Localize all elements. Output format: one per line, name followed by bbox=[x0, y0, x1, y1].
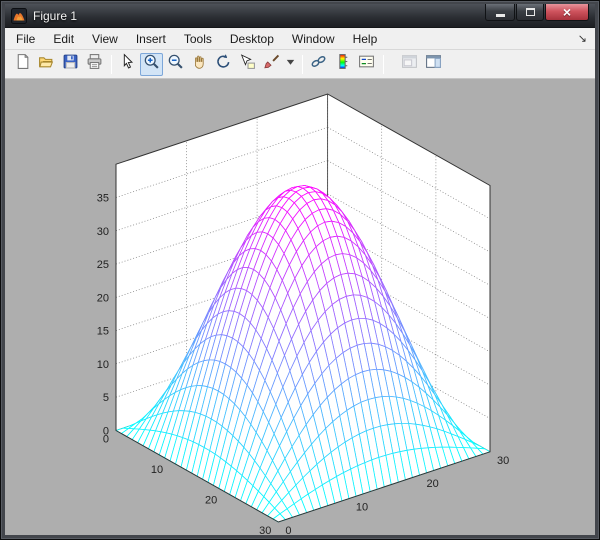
toolbar-separator bbox=[111, 55, 112, 74]
insert-legend-icon bbox=[358, 53, 375, 75]
rotate-3d-button[interactable] bbox=[212, 53, 235, 76]
toolbar bbox=[5, 50, 595, 79]
show-plot-tools-button[interactable] bbox=[422, 53, 445, 76]
open-file-button[interactable] bbox=[35, 53, 58, 76]
show-plot-tools-icon bbox=[425, 53, 442, 75]
window-title: Figure 1 bbox=[33, 9, 77, 23]
rotate-3d-icon bbox=[215, 53, 232, 75]
z-tick-label: 10 bbox=[97, 359, 109, 371]
window-controls: × bbox=[484, 4, 589, 21]
edit-plot-icon bbox=[119, 53, 136, 75]
z-tick-label: 15 bbox=[97, 326, 109, 338]
print-figure-icon bbox=[86, 53, 103, 75]
insert-colorbar-icon bbox=[334, 53, 351, 75]
link-plot-icon bbox=[310, 53, 327, 75]
menu-item-tools[interactable]: Tools bbox=[175, 29, 221, 49]
new-figure-icon bbox=[14, 53, 31, 75]
hide-plot-tools-button[interactable] bbox=[398, 53, 421, 76]
zoom-in-icon bbox=[143, 53, 160, 75]
brush-data-icon bbox=[263, 53, 280, 75]
menu-item-help[interactable]: Help bbox=[344, 29, 387, 49]
print-figure-button[interactable] bbox=[83, 53, 106, 76]
y-tick-label: 20 bbox=[427, 478, 439, 490]
data-cursor-icon bbox=[239, 53, 256, 75]
menu-item-file[interactable]: File bbox=[7, 29, 44, 49]
matlab-icon bbox=[11, 8, 27, 24]
open-file-icon bbox=[38, 53, 55, 75]
z-tick-label: 35 bbox=[97, 193, 109, 205]
menu-bar: FileEditViewInsertToolsDesktopWindowHelp… bbox=[5, 28, 595, 50]
minimize-button[interactable] bbox=[485, 4, 515, 21]
menu-item-insert[interactable]: Insert bbox=[127, 29, 175, 49]
insert-legend-button[interactable] bbox=[355, 53, 378, 76]
maximize-button[interactable] bbox=[516, 4, 544, 21]
link-plot-button[interactable] bbox=[307, 53, 330, 76]
data-cursor-button[interactable] bbox=[236, 53, 259, 76]
menu-item-desktop[interactable]: Desktop bbox=[221, 29, 283, 49]
brush-data-button[interactable] bbox=[260, 53, 283, 76]
zoom-out-icon bbox=[167, 53, 184, 75]
save-figure-button[interactable] bbox=[59, 53, 82, 76]
y-tick-label: 30 bbox=[497, 455, 509, 467]
close-button[interactable]: × bbox=[545, 4, 589, 21]
z-tick-label: 25 bbox=[97, 259, 109, 271]
menu-item-view[interactable]: View bbox=[83, 29, 127, 49]
brush-dropdown-icon bbox=[282, 53, 299, 75]
zoom-out-button[interactable] bbox=[164, 53, 187, 76]
figure-area: 0510152025303501020300102030 bbox=[5, 79, 595, 535]
x-tick-label: 20 bbox=[205, 495, 217, 507]
dock-figure-icon[interactable]: ↘ bbox=[578, 32, 595, 45]
z-tick-label: 30 bbox=[97, 226, 109, 238]
menu-item-edit[interactable]: Edit bbox=[44, 29, 83, 49]
toolbar-separator bbox=[383, 55, 384, 74]
brush-dropdown-button[interactable] bbox=[284, 53, 297, 76]
x-tick-label: 10 bbox=[151, 464, 163, 476]
minimize-icon bbox=[496, 14, 505, 17]
menu-item-window[interactable]: Window bbox=[283, 29, 344, 49]
y-tick-label: 10 bbox=[356, 502, 368, 514]
close-icon: × bbox=[563, 5, 571, 19]
pan-button[interactable] bbox=[188, 53, 211, 76]
z-tick-label: 20 bbox=[97, 292, 109, 304]
edit-plot-button[interactable] bbox=[116, 53, 139, 76]
maximize-icon bbox=[526, 8, 535, 16]
x-tick-label: 0 bbox=[103, 434, 109, 446]
toolbar-separator bbox=[302, 55, 303, 74]
insert-colorbar-button[interactable] bbox=[331, 53, 354, 76]
title-bar[interactable]: Figure 1 × bbox=[5, 4, 595, 28]
save-figure-icon bbox=[62, 53, 79, 75]
y-tick-label: 0 bbox=[285, 525, 291, 535]
zoom-in-button[interactable] bbox=[140, 53, 163, 76]
new-figure-button[interactable] bbox=[11, 53, 34, 76]
figure-window: Figure 1 × FileEditViewInsertToolsDeskto… bbox=[0, 0, 600, 540]
pan-icon bbox=[191, 53, 208, 75]
hide-plot-tools-icon bbox=[401, 53, 418, 75]
figure-canvas[interactable]: 0510152025303501020300102030 bbox=[5, 79, 595, 535]
x-tick-label: 30 bbox=[259, 525, 271, 535]
z-tick-label: 5 bbox=[103, 392, 109, 404]
